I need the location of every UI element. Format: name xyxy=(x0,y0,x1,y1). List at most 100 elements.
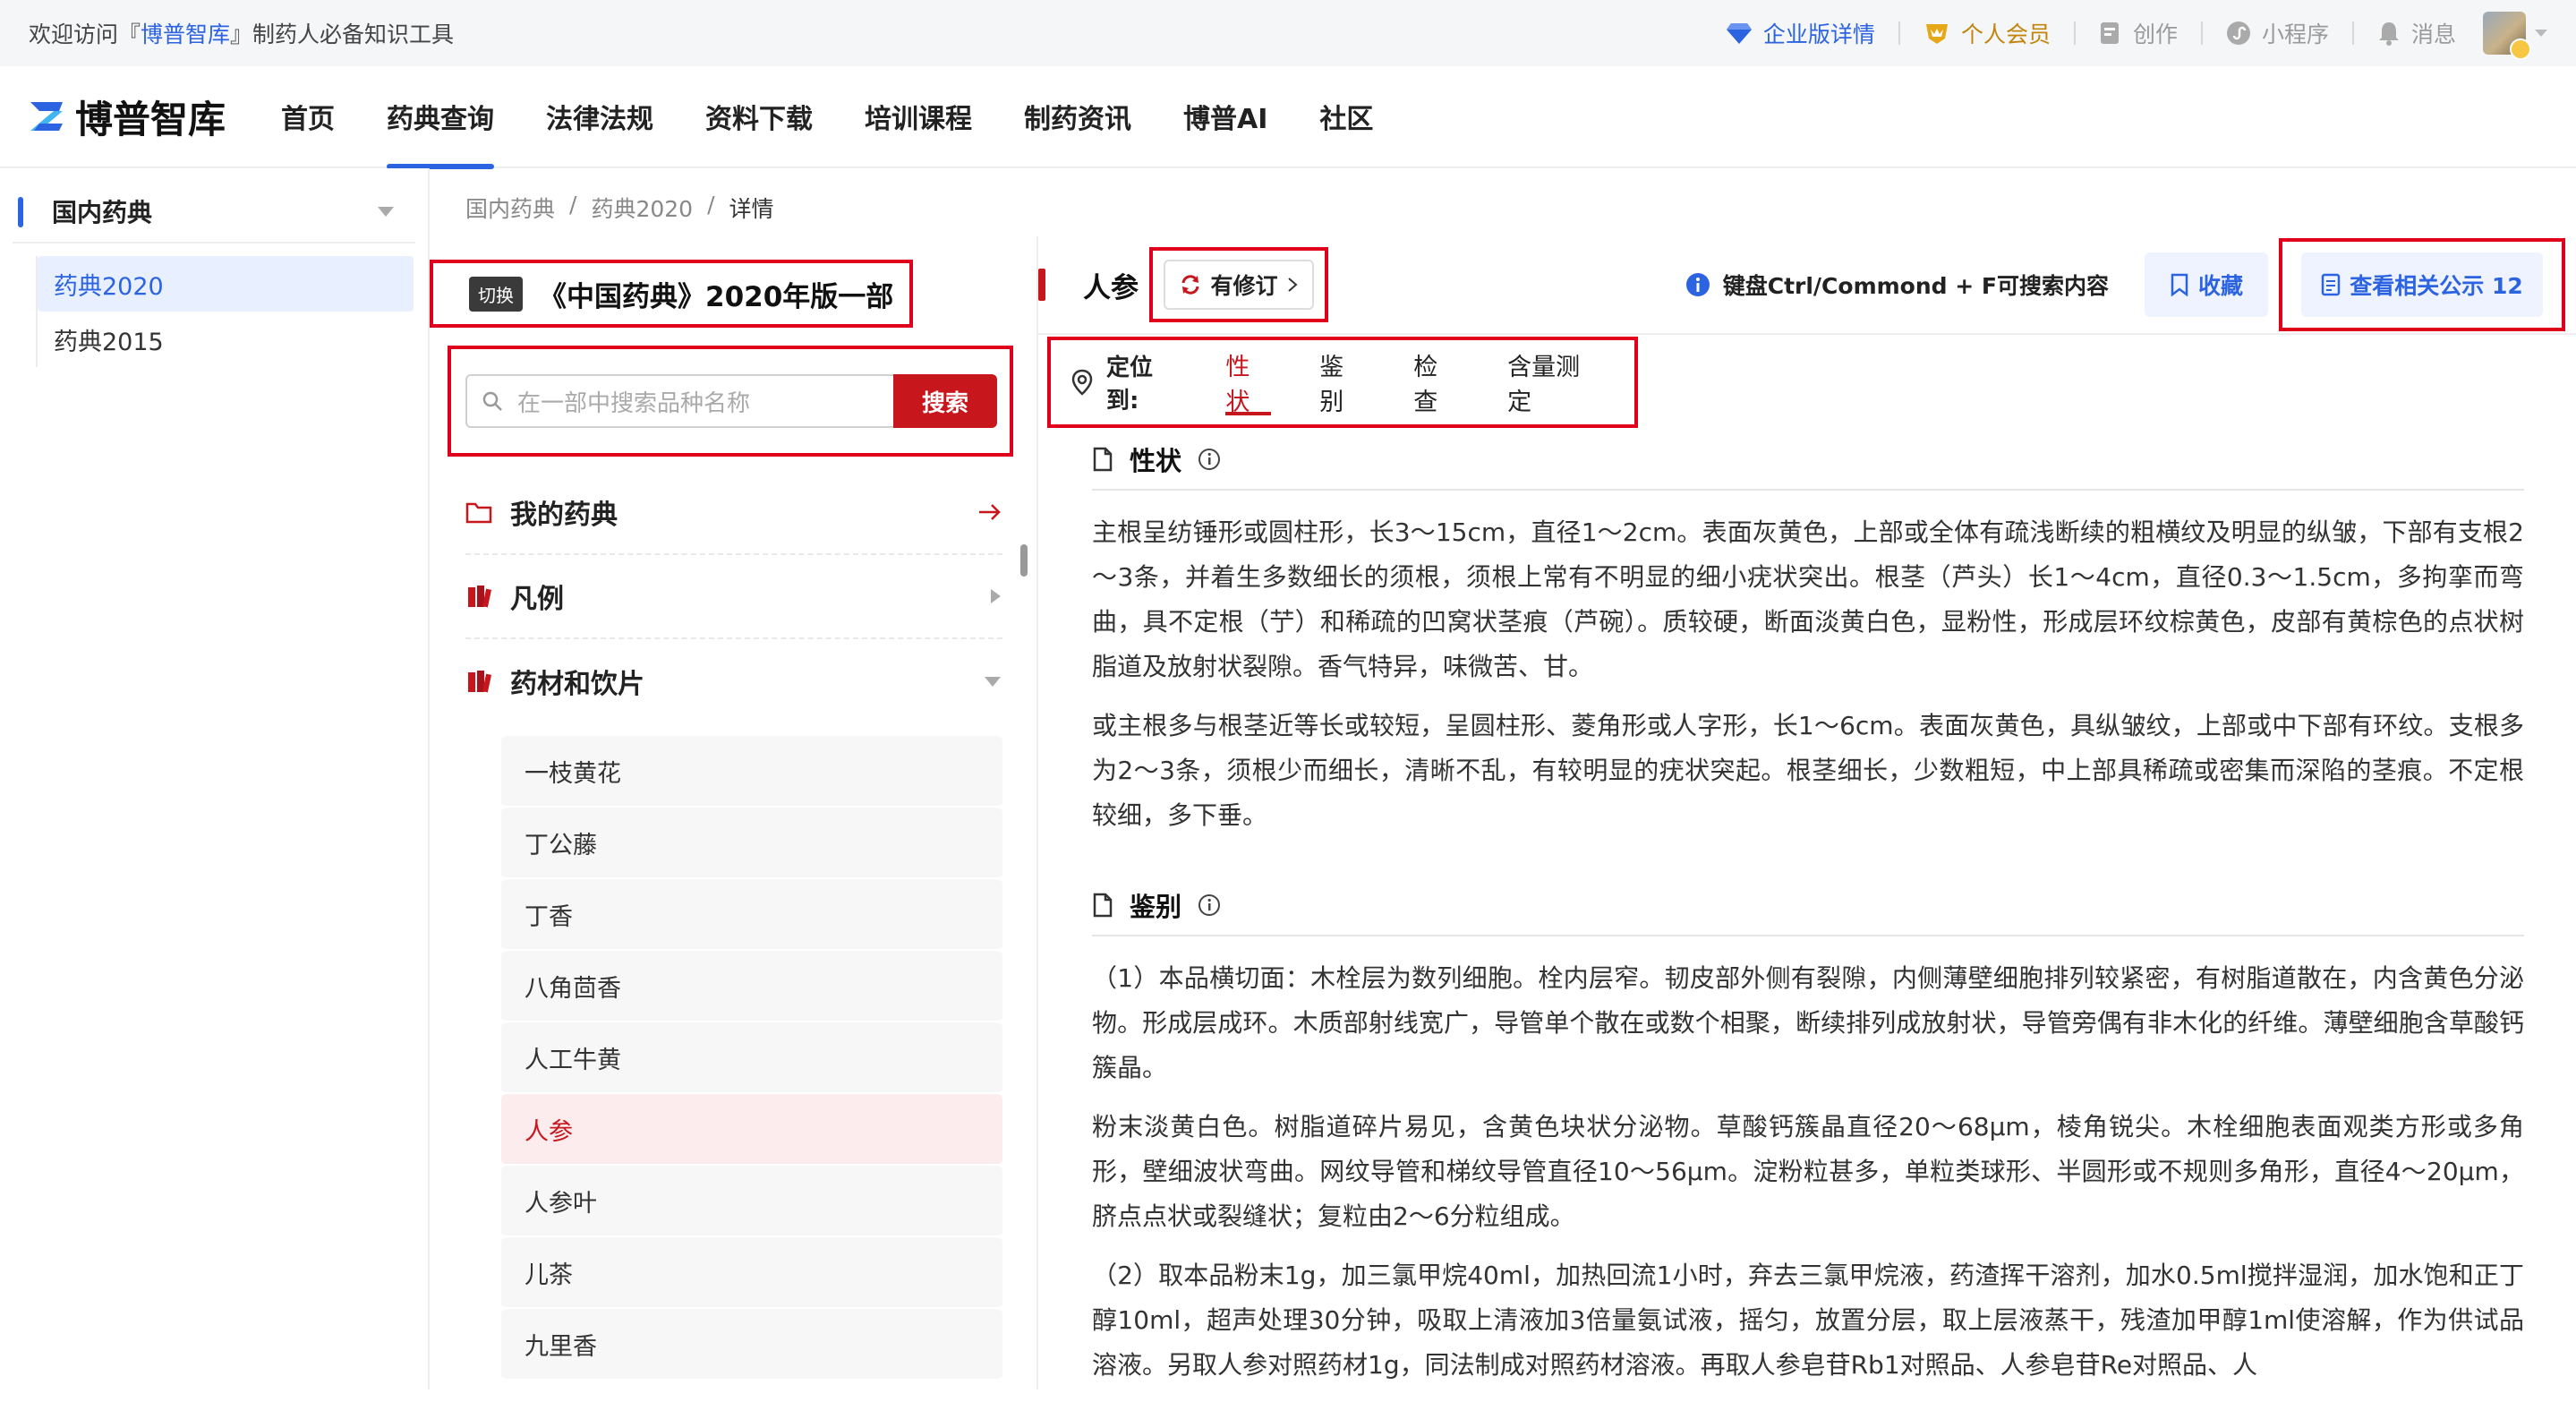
section-header-identification: 鉴别 xyxy=(1092,876,2524,936)
file-icon xyxy=(1092,893,1113,918)
divider xyxy=(2073,21,2076,45)
public-notice-label: 查看相关公示 12 xyxy=(2350,273,2523,299)
book-switcher: 切换 《中国药典》2020年版一部 xyxy=(430,260,913,328)
tab-description[interactable]: 性状 xyxy=(1225,340,1272,424)
breadcrumb-item[interactable]: 药典2020 xyxy=(591,192,693,224)
crown-badge-icon xyxy=(1923,21,1950,46)
arrow-right-icon xyxy=(977,502,1002,522)
bell-icon xyxy=(2377,21,2401,46)
info-circle-icon[interactable] xyxy=(1198,448,1221,471)
list-item[interactable]: 一枝黄花 xyxy=(501,736,1002,808)
list-item[interactable]: 九里香 xyxy=(501,1309,1002,1381)
revision-label: 有修订 xyxy=(1210,273,1278,299)
folder-icon xyxy=(465,500,492,524)
list-item[interactable]: 丁公藤 xyxy=(501,808,1002,879)
tree-node-my-pharmacopoeia[interactable]: 我的药典 xyxy=(465,471,1002,555)
section-header-description: 性状 xyxy=(1092,430,2524,491)
title-accent xyxy=(1038,269,1045,301)
site-logo[interactable]: 博普智库 xyxy=(27,90,226,144)
search-button[interactable]: 搜索 xyxy=(893,374,997,428)
sidebar-item-2020[interactable]: 药典2020 xyxy=(38,256,414,312)
book-title: 《中国药典》2020年版一部 xyxy=(539,280,894,313)
left-sidebar: 国内药典 药典2020 药典2015 xyxy=(0,168,430,1389)
revision-button[interactable]: 有修订 xyxy=(1164,260,1314,310)
search-input[interactable]: 在一部中搜索品种名称 xyxy=(465,374,893,428)
welcome-brand-link[interactable]: 博普智库 xyxy=(141,17,230,49)
chevron-right-icon xyxy=(988,587,1002,605)
top-bar-actions: 企业版详情 个人会员 创作 小程序 消息 xyxy=(1726,0,2547,66)
nav-training[interactable]: 培训课程 xyxy=(865,65,972,167)
messages-label: 消息 xyxy=(2410,21,2456,47)
tab-identification[interactable]: 鉴别 xyxy=(1319,340,1365,424)
location-pin-icon xyxy=(1070,369,1094,396)
create-link[interactable]: 创作 xyxy=(2099,17,2178,49)
breadcrumb-item[interactable]: 国内药典 xyxy=(465,192,555,224)
list-item[interactable]: 人参叶 xyxy=(501,1166,1002,1237)
list-item[interactable]: 儿茶 xyxy=(501,1237,1002,1309)
nav-home[interactable]: 首页 xyxy=(281,65,335,167)
tab-inspection[interactable]: 检查 xyxy=(1413,340,1459,424)
public-notice-highlight: 查看相关公示 12 xyxy=(2279,238,2565,331)
top-bar: 欢迎访问『 博普智库 』制药人必备知识工具 企业版详情 个人会员 创作 小程序 … xyxy=(0,0,2576,66)
document-icon xyxy=(2321,273,2341,296)
nav-news[interactable]: 制药资讯 xyxy=(1024,65,1131,167)
scrollbar-thumb[interactable] xyxy=(1020,544,1028,577)
info-circle-icon[interactable] xyxy=(1198,893,1221,917)
divider xyxy=(2351,21,2354,45)
monograph-content: 性状 主根呈纺锤形或圆柱形，长3～15cm，直径1～2cm。表面灰黄色，上部或全… xyxy=(1092,430,2524,1402)
catalog-tree: 我的药典 凡例 药材和饮片 一枝黄花 丁公藤 丁香 八角茴香 人工牛黄 人参 人… xyxy=(465,471,1002,1381)
enterprise-link[interactable]: 企业版详情 xyxy=(1726,17,1875,49)
breadcrumb-current: 详情 xyxy=(729,196,774,222)
nav-community[interactable]: 社区 xyxy=(1319,65,1373,167)
keyboard-tip-text: 键盘Ctrl/Commond + F可搜索内容 xyxy=(1722,273,2109,299)
mini-program-label: 小程序 xyxy=(2261,21,2329,47)
detail-header: 人参 有修订 键盘Ctrl/Commond + F可搜索内容 收藏 查看相关公示… xyxy=(1038,236,2576,335)
locate-label: 定位到: xyxy=(1106,355,1154,415)
messages-link[interactable]: 消息 xyxy=(2377,17,2456,49)
tree-node-label: 凡例 xyxy=(510,584,564,615)
mini-program-link[interactable]: 小程序 xyxy=(2226,17,2329,49)
chevron-down-icon xyxy=(983,674,1002,688)
chevron-right-icon xyxy=(1287,277,1298,293)
tab-assay[interactable]: 含量测定 xyxy=(1507,340,1599,424)
catalog-panel: 切换 《中国药典》2020年版一部 在一部中搜索品种名称 搜索 我的药典 凡例 … xyxy=(430,236,1038,1389)
search-placeholder: 在一部中搜索品种名称 xyxy=(517,389,751,417)
revision-highlight: 有修订 xyxy=(1149,247,1328,322)
section-paragraph: （1）本品横切面：木栓层为数列细胞。栓内层窄。韧皮部外侧有裂隙，内侧薄壁细胞排列… xyxy=(1092,963,2524,1082)
chevron-down-icon[interactable] xyxy=(2535,30,2547,37)
vip-crown-icon xyxy=(2510,38,2531,60)
logo-mark-icon xyxy=(27,97,66,136)
sidebar-group-domestic[interactable]: 国内药典 xyxy=(13,181,415,244)
logo-text: 博普智库 xyxy=(75,97,226,141)
list-item-active[interactable]: 人参 xyxy=(501,1094,1002,1166)
switch-button[interactable]: 切换 xyxy=(469,276,523,312)
enterprise-label: 企业版详情 xyxy=(1762,21,1875,47)
info-icon xyxy=(1685,272,1710,297)
nav-downloads[interactable]: 资料下载 xyxy=(705,65,813,167)
public-notice-button[interactable]: 查看相关公示 12 xyxy=(2301,252,2543,317)
diamond-icon xyxy=(1726,21,1753,45)
chevron-down-icon xyxy=(378,206,394,217)
list-item[interactable]: 丁香 xyxy=(501,879,1002,951)
refresh-icon xyxy=(1180,274,1201,295)
create-label: 创作 xyxy=(2132,21,2178,47)
nav-pharmacopoeia[interactable]: 药典查询 xyxy=(387,65,495,169)
sidebar-item-2015[interactable]: 药典2015 xyxy=(38,312,428,367)
breadcrumb-separator: / xyxy=(569,192,577,218)
tree-node-herbs[interactable]: 药材和饮片 xyxy=(465,639,1002,723)
tree-node-general-notices[interactable]: 凡例 xyxy=(465,555,1002,639)
sidebar-sub-list: 药典2020 药典2015 xyxy=(36,256,428,367)
list-item[interactable]: 人工牛黄 xyxy=(501,1022,1002,1094)
detail-title: 人参 xyxy=(1083,271,1139,304)
edit-doc-icon xyxy=(2099,21,2122,46)
herb-list: 一枝黄花 丁公藤 丁香 八角茴香 人工牛黄 人参 人参叶 儿茶 九里香 xyxy=(501,736,1002,1381)
avatar[interactable] xyxy=(2483,12,2531,60)
tree-node-label: 我的药典 xyxy=(510,500,618,531)
books-icon xyxy=(465,669,492,694)
member-link[interactable]: 个人会员 xyxy=(1923,17,2051,49)
nav-laws[interactable]: 法律法规 xyxy=(546,65,653,167)
favorite-button[interactable]: 收藏 xyxy=(2144,252,2268,317)
list-item[interactable]: 八角茴香 xyxy=(501,951,1002,1022)
nav-ai[interactable]: 博普AI xyxy=(1183,65,1267,167)
